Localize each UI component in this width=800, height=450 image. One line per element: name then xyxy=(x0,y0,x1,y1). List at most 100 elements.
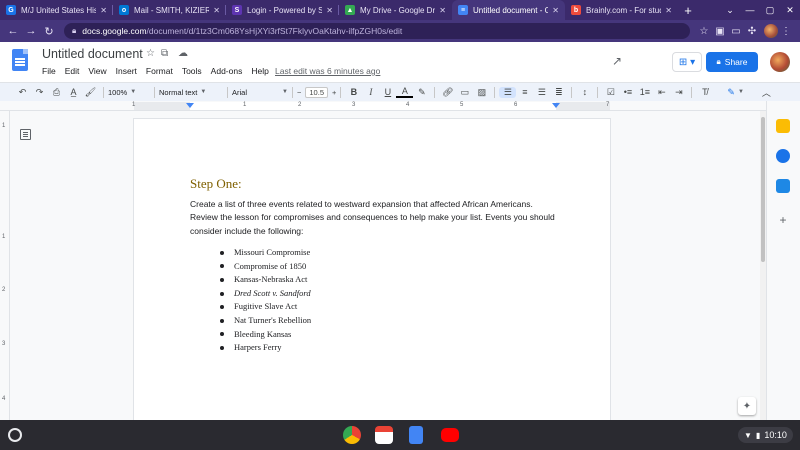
left-indent-marker[interactable] xyxy=(186,103,194,108)
back-icon[interactable]: ← xyxy=(6,25,20,37)
print-icon[interactable]: ⎙ xyxy=(48,87,65,98)
close-icon[interactable]: ✕ xyxy=(326,6,333,15)
launcher-icon[interactable] xyxy=(8,428,22,442)
account-avatar[interactable] xyxy=(770,52,790,72)
ruler-number: 1 xyxy=(2,123,6,129)
menu-help[interactable]: Help xyxy=(251,66,268,76)
font-select[interactable]: Arial ▼ xyxy=(232,88,288,97)
document-title[interactable]: Untitled document xyxy=(42,47,143,61)
cloud-saved-icon[interactable]: ☁ xyxy=(178,48,188,59)
increase-indent-icon[interactable]: ⇥ xyxy=(670,87,687,98)
document-outline-icon[interactable] xyxy=(20,129,31,140)
spellcheck-icon[interactable]: A̲ xyxy=(65,87,82,97)
status-area[interactable]: ▼ ▮ 10:10 xyxy=(738,427,793,443)
menu-view[interactable]: View xyxy=(88,66,106,76)
menu-file[interactable]: File xyxy=(42,66,56,76)
reload-icon[interactable]: ↻ xyxy=(42,25,56,38)
decrease-indent-icon[interactable]: ⇤ xyxy=(653,87,670,98)
browser-tab[interactable]: G M/J United States Hist ✕ xyxy=(0,0,113,20)
menu-tools[interactable]: Tools xyxy=(182,66,202,76)
right-indent-marker[interactable] xyxy=(552,103,560,108)
paint-format-icon[interactable]: 🖌︎ xyxy=(82,87,99,98)
browser-tab[interactable]: S Login - Powered by Sky ✕ xyxy=(226,0,339,20)
bookmark-star-icon[interactable]: ☆ xyxy=(696,26,712,37)
line-spacing-icon[interactable]: ↕ xyxy=(576,87,593,97)
chevron-down-icon[interactable]: ⌄ xyxy=(720,5,740,16)
add-addon-icon[interactable]: + xyxy=(776,213,790,227)
calendar-icon[interactable] xyxy=(776,179,790,193)
browser-tab-active[interactable]: ≡ Untitled document - Go ✕ xyxy=(452,0,565,20)
browser-tab[interactable]: o Mail - SMITH, KIZIER ( ✕ xyxy=(113,0,226,20)
url-field[interactable]: 🔒︎ docs.google.com/document/d/1tz3Cm068Y… xyxy=(64,23,690,39)
numbered-list-icon[interactable]: 1≡ xyxy=(636,87,653,97)
minimize-icon[interactable]: — xyxy=(740,5,760,15)
close-icon[interactable]: ✕ xyxy=(100,6,107,15)
forward-icon[interactable]: → xyxy=(24,25,38,37)
explore-button[interactable]: ✦ xyxy=(738,397,756,415)
editing-mode-button[interactable]: ✎ ▼ xyxy=(727,87,744,98)
last-edit-link[interactable]: Last edit was 6 minutes ago xyxy=(275,66,380,76)
align-right-icon[interactable]: ☰ xyxy=(533,87,550,98)
move-folder-icon[interactable]: ⧉ xyxy=(161,48,168,59)
checklist-icon[interactable]: ☑ xyxy=(602,87,619,98)
image-icon[interactable]: ▨ xyxy=(473,87,490,98)
comment-icon[interactable]: ▭ xyxy=(456,87,473,98)
profile-avatar[interactable] xyxy=(764,24,778,38)
chevron-up-icon[interactable]: ︿ xyxy=(758,86,775,99)
ruler-number: 6 xyxy=(514,102,518,108)
bold-icon[interactable]: B xyxy=(345,87,362,97)
horizontal-ruler[interactable]: 1 1 2 3 4 5 6 7 xyxy=(0,101,800,111)
style-select[interactable]: Normal text ▼ xyxy=(159,88,223,97)
close-window-icon[interactable]: ✕ xyxy=(780,5,800,16)
italic-icon[interactable]: I xyxy=(362,87,379,97)
maximize-icon[interactable]: ▢ xyxy=(760,5,780,16)
link-icon[interactable]: 🔗︎ xyxy=(439,87,456,98)
vertical-ruler[interactable]: 1 1 2 3 4 xyxy=(0,111,10,420)
star-icon[interactable]: ☆ xyxy=(146,48,155,59)
bullet-icon xyxy=(220,305,224,310)
justify-icon[interactable]: ≣ xyxy=(550,87,567,98)
menu-insert[interactable]: Insert xyxy=(116,66,137,76)
keep-icon[interactable] xyxy=(776,119,790,133)
tasks-icon[interactable] xyxy=(776,149,790,163)
close-icon[interactable]: ✕ xyxy=(665,6,672,15)
cast-icon[interactable]: ▭ xyxy=(728,26,744,37)
menu-addons[interactable]: Add-ons xyxy=(211,66,243,76)
activity-trend-icon[interactable]: ↗ xyxy=(612,54,622,68)
font-size-input[interactable]: 10.5 xyxy=(305,86,328,98)
document-canvas: 1 1 2 3 4 Step One: Create a list of thr… xyxy=(0,111,760,420)
close-icon[interactable]: ✕ xyxy=(213,6,220,15)
align-center-icon[interactable]: ≡ xyxy=(516,87,533,97)
close-icon[interactable]: ✕ xyxy=(439,6,446,15)
text-color-icon[interactable]: A xyxy=(396,86,414,98)
puzzle-icon[interactable]: ✣ xyxy=(744,26,760,37)
zoom-select[interactable]: 100% ▼ xyxy=(108,88,150,97)
close-icon[interactable]: ✕ xyxy=(552,6,559,15)
increase-size-icon[interactable]: + xyxy=(332,88,336,97)
decrease-size-icon[interactable]: − xyxy=(297,88,301,97)
share-button[interactable]: 🔒︎ Share xyxy=(706,52,758,72)
extension-icon[interactable]: ▣ xyxy=(712,26,728,37)
present-button[interactable]: ⊞ ▾ xyxy=(672,52,702,72)
chrome-icon[interactable] xyxy=(343,426,361,444)
new-tab-button[interactable]: + xyxy=(678,0,698,20)
docs-logo-icon[interactable] xyxy=(12,49,28,71)
clear-formatting-icon[interactable]: T̸ xyxy=(696,87,713,97)
docs-icon[interactable] xyxy=(409,426,423,444)
document-page[interactable]: Step One: Create a list of three events … xyxy=(134,119,610,420)
align-left-icon[interactable]: ☰ xyxy=(499,86,517,98)
bulleted-list-icon[interactable]: •≡ xyxy=(619,87,636,97)
scrollbar-thumb[interactable] xyxy=(761,117,765,262)
browser-tab[interactable]: ▲ My Drive - Google Drive ✕ xyxy=(339,0,452,20)
redo-icon[interactable]: ↷ xyxy=(31,87,48,98)
undo-icon[interactable]: ↶ xyxy=(14,87,31,98)
highlight-icon[interactable]: ✎ xyxy=(413,87,430,98)
gmail-icon[interactable] xyxy=(375,426,393,444)
youtube-icon[interactable] xyxy=(441,428,459,442)
more-menu-icon[interactable]: ⋮ xyxy=(778,26,794,37)
underline-icon[interactable]: U xyxy=(379,87,396,97)
menu-edit[interactable]: Edit xyxy=(65,66,80,76)
browser-tab[interactable]: b Brainly.com - For stude ✕ xyxy=(565,0,678,20)
menu-format[interactable]: Format xyxy=(146,66,173,76)
doc-heading: Step One: xyxy=(190,176,242,191)
